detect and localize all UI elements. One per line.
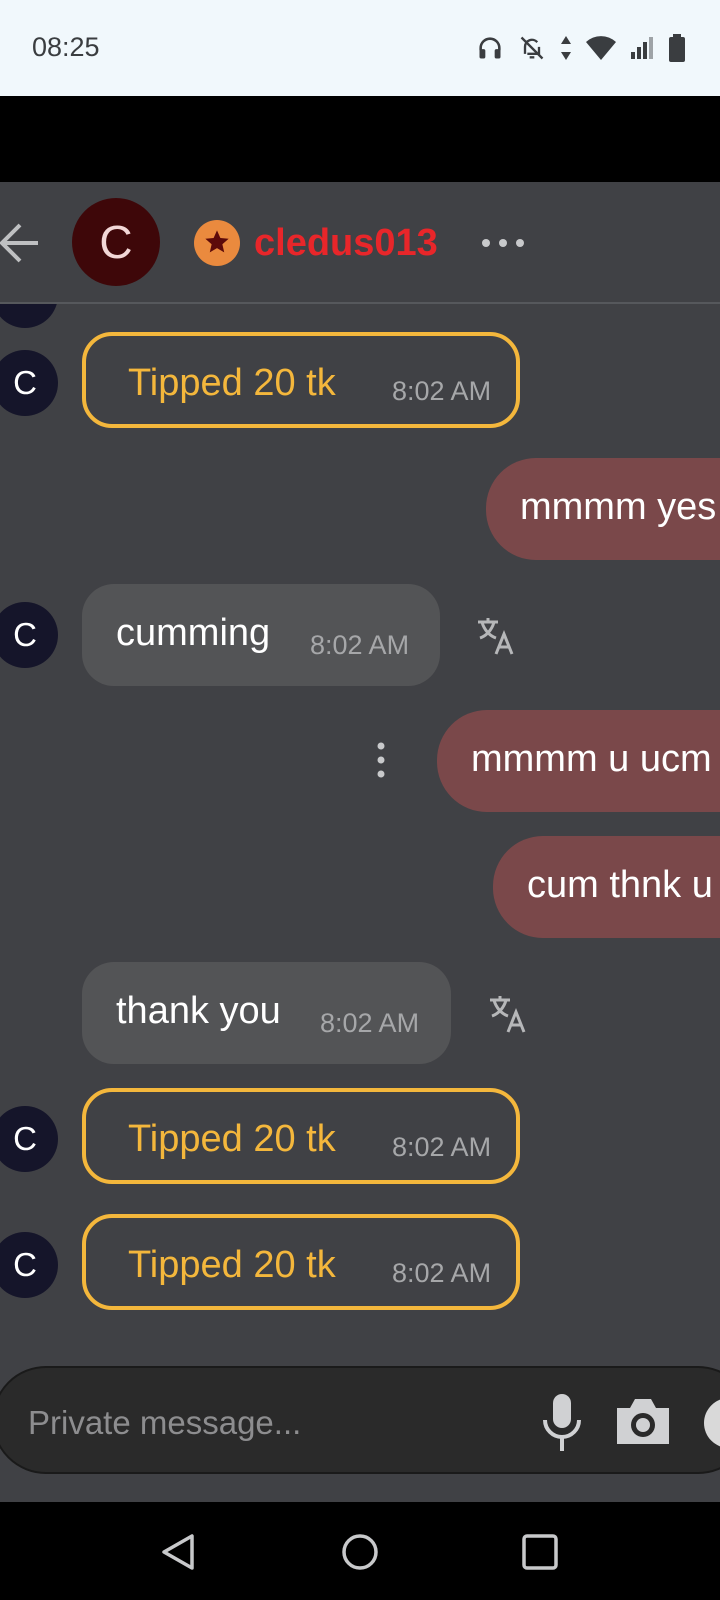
outgoing-bubble[interactable]: mmmm u ucm [437, 710, 720, 812]
more-options-button[interactable] [478, 232, 528, 254]
microphone-icon [543, 1394, 581, 1451]
message-time: 8:02 AM [392, 1258, 492, 1288]
message-text: cum thnk u [527, 864, 713, 906]
battery-icon [669, 34, 685, 62]
message-time: 8:02 AM [320, 1008, 420, 1038]
back-button[interactable] [0, 220, 44, 266]
system-navigation-bar [0, 1502, 720, 1600]
wifi-icon [586, 36, 616, 60]
private-message-input[interactable] [26, 1400, 510, 1446]
top-spacer [0, 96, 720, 182]
star-icon [205, 230, 229, 253]
message-text: cumming [116, 612, 271, 654]
tip-text: Tipped 20 tk [128, 1244, 336, 1286]
status-time: 08:25 [32, 32, 100, 62]
data-arrows-icon [561, 36, 571, 60]
message-text: mmmm u ucm [471, 738, 712, 780]
camera-button[interactable] [614, 1396, 672, 1446]
sender-avatar[interactable]: C [0, 602, 58, 668]
camera-icon [617, 1399, 669, 1444]
more-vertical-icon [377, 742, 385, 778]
message-composer [0, 1366, 720, 1474]
sender-avatar [0, 302, 58, 328]
translate-icon [490, 996, 526, 1033]
translate-icon [478, 618, 514, 655]
more-horizontal-icon [482, 239, 524, 247]
outgoing-bubble[interactable]: cum thnk u [493, 836, 720, 938]
triangle-back-icon [162, 1534, 194, 1570]
outgoing-bubble[interactable]: mmmm yes [486, 458, 720, 560]
user-avatar[interactable]: C [72, 198, 160, 286]
incoming-bubble[interactable]: thank you 8:02 AM [82, 962, 451, 1064]
message-text: thank you [116, 990, 281, 1032]
arrow-left-icon [0, 223, 38, 263]
tip-bubble[interactable]: Tipped 20 tk 8:02 AM [82, 1088, 520, 1184]
message-options-button[interactable] [373, 740, 389, 780]
circle-home-icon [342, 1534, 378, 1570]
signal-icon [631, 37, 653, 59]
username[interactable]: cledus013 [254, 220, 438, 266]
tip-text: Tipped 20 tk [128, 362, 336, 404]
tip-text: Tipped 20 tk [128, 1118, 336, 1160]
message-time: 8:02 AM [310, 630, 410, 660]
tip-bubble[interactable]: Tipped 20 tk 8:02 AM [82, 1214, 520, 1310]
translate-button[interactable] [476, 616, 516, 656]
star-badge [194, 220, 240, 266]
square-recents-icon [522, 1534, 558, 1570]
back-nav-button[interactable] [158, 1532, 198, 1572]
sender-avatar[interactable]: C [0, 1106, 58, 1172]
chat-screen: C cledus013 C Tipped 20 tk 8:02 AM mmmm … [0, 182, 720, 1502]
recents-nav-button[interactable] [520, 1532, 560, 1572]
status-icons [476, 32, 686, 64]
message-time: 8:02 AM [392, 1132, 492, 1162]
tip-bubble[interactable]: Tipped 20 tk 8:02 AM [82, 332, 520, 428]
message-list[interactable]: C Tipped 20 tk 8:02 AM mmmm yes C cummin… [0, 302, 720, 1362]
message-text: mmmm yes [520, 486, 717, 528]
sender-avatar[interactable]: C [0, 350, 58, 416]
bell-off-icon [520, 36, 544, 60]
voice-message-button[interactable] [540, 1392, 584, 1454]
home-nav-button[interactable] [340, 1532, 380, 1572]
translate-button[interactable] [488, 994, 528, 1034]
incoming-bubble[interactable]: cumming 8:02 AM [82, 584, 440, 686]
sender-avatar[interactable]: C [0, 1232, 58, 1298]
emoji-button[interactable] [704, 1398, 720, 1448]
chat-header: C cledus013 [0, 182, 720, 304]
message-time: 8:02 AM [392, 376, 492, 406]
headphones-icon [479, 37, 501, 59]
status-bar: 08:25 [0, 0, 720, 96]
